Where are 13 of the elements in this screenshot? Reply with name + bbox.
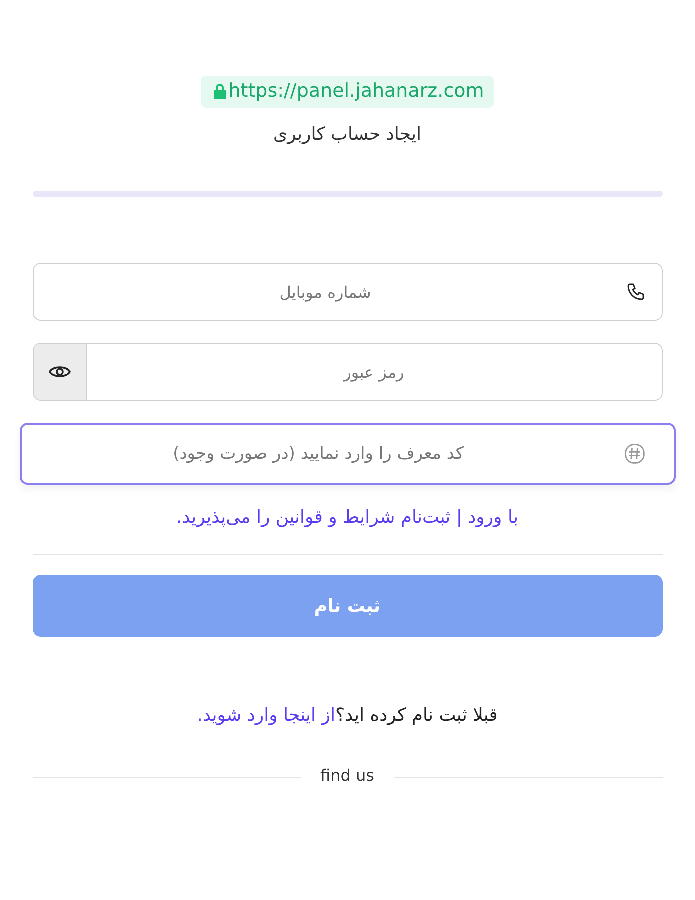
referral-code-field[interactable]: کد معرف را وارد نمایید (در صورت وجود)	[20, 423, 676, 485]
hash-icon	[624, 443, 646, 465]
login-prompt-text: قبلا ثبت نام کرده اید؟	[335, 705, 498, 726]
eye-icon	[48, 364, 70, 380]
login-link[interactable]: از اینجا وارد شوید.	[197, 705, 336, 726]
lock-icon	[212, 83, 227, 99]
show-password-button[interactable]	[34, 344, 86, 400]
referral-code-input[interactable]: کد معرف را وارد نمایید (در صورت وجود)	[22, 425, 616, 483]
find-us-label: find us	[320, 766, 374, 785]
url-text: https://panel.jahanarz.com	[228, 80, 484, 102]
page-title: ایجاد حساب کاربری	[274, 124, 422, 145]
terms-link[interactable]: با ورود | ثبت‌نام شرایط و قوانین را می‌پذیرید.	[176, 507, 518, 528]
phone-icon	[626, 282, 646, 302]
